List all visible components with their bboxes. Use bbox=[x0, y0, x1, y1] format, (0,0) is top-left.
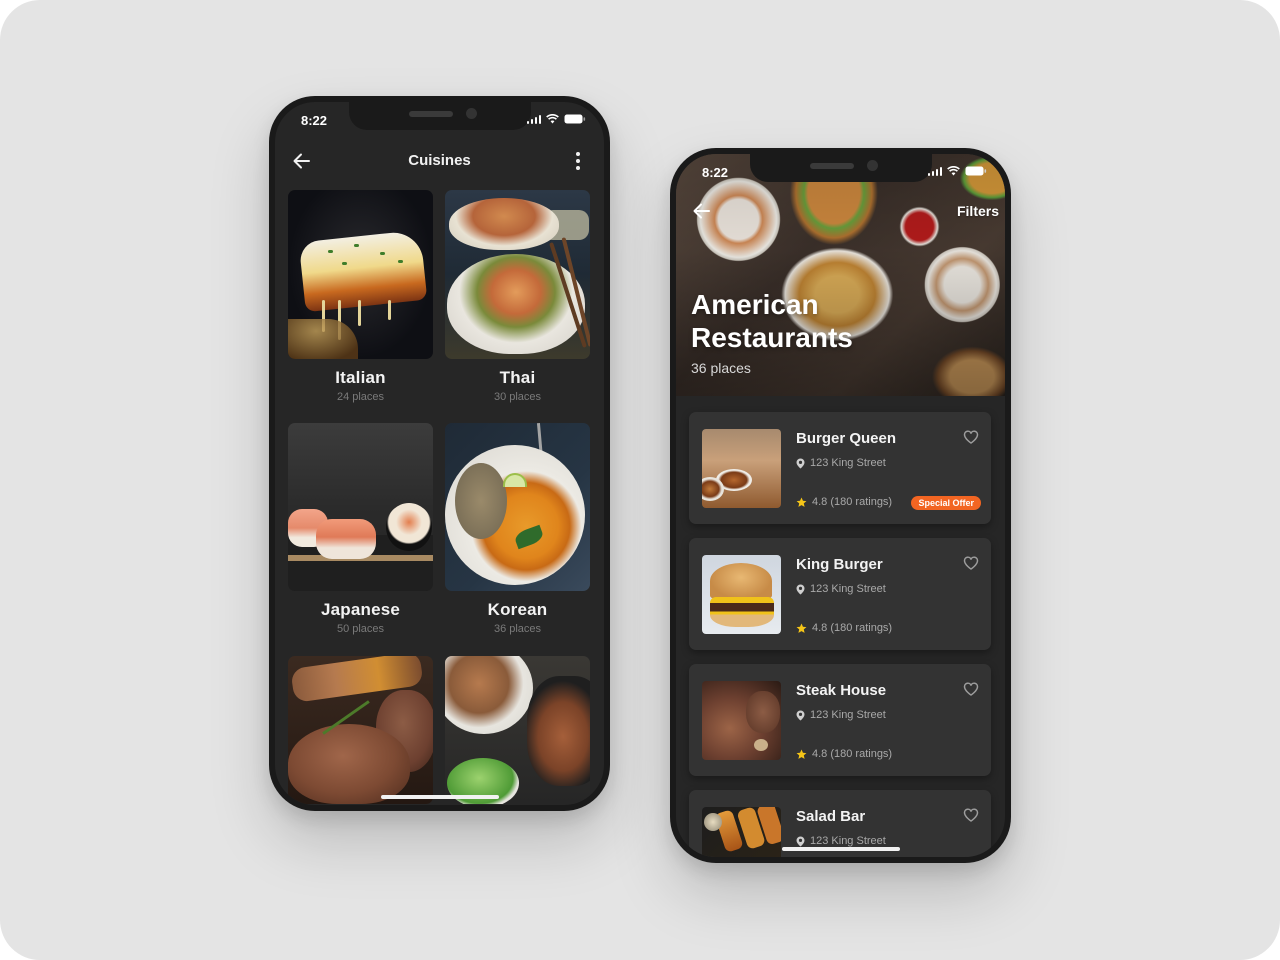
cuisine-tile-thai[interactable]: Thai 30 places bbox=[445, 190, 590, 403]
more-vertical-icon bbox=[576, 152, 580, 156]
cuisine-image-noodle-platter bbox=[445, 656, 590, 804]
cuisine-image-curry-bowl bbox=[445, 423, 590, 591]
restaurant-rating: 4.8 (180 ratings) bbox=[796, 748, 892, 760]
location-pin-icon bbox=[796, 584, 805, 594]
location-pin-icon bbox=[796, 836, 805, 846]
signal-icon bbox=[927, 166, 942, 176]
wifi-icon bbox=[947, 166, 960, 176]
restaurant-rating: 4.8 (180 ratings) bbox=[796, 622, 892, 634]
presentation-background: 8:22 Cuisines Italian 24 places Thai 30 … bbox=[0, 0, 1280, 960]
cuisine-tile-noodles[interactable] bbox=[445, 656, 590, 804]
home-indicator[interactable] bbox=[380, 795, 499, 799]
favorite-button[interactable] bbox=[963, 807, 979, 823]
phone-restaurants: Filters American Restaurants 36 places 8… bbox=[670, 148, 1011, 863]
cuisine-name: Korean bbox=[487, 600, 548, 619]
heart-icon bbox=[963, 556, 979, 570]
hero-banner: Filters American Restaurants 36 places bbox=[676, 154, 1005, 396]
cuisine-image-grilled-steak bbox=[288, 656, 433, 804]
wifi-icon bbox=[546, 114, 559, 124]
restaurant-rating: 4.8 (180 ratings) bbox=[796, 496, 892, 508]
restaurant-card-steak-house[interactable]: Steak House 123 King Street 4.8 (180 rat… bbox=[689, 664, 991, 776]
restaurant-name: Steak House bbox=[796, 682, 887, 699]
page-title: Cuisines bbox=[408, 152, 471, 169]
favorite-button[interactable] bbox=[963, 555, 979, 571]
favorite-button[interactable] bbox=[963, 681, 979, 697]
restaurant-name: King Burger bbox=[796, 556, 883, 573]
restaurant-thumbnail bbox=[702, 555, 781, 634]
restaurant-name: Burger Queen bbox=[796, 430, 897, 447]
restaurant-thumbnail bbox=[702, 429, 781, 508]
restaurant-address: 123 King Street bbox=[796, 835, 886, 847]
page-title: American Restaurants bbox=[691, 288, 853, 354]
status-bar: 8:22 bbox=[676, 154, 1005, 184]
back-button[interactable] bbox=[691, 200, 713, 222]
cuisine-count: 36 places bbox=[493, 623, 542, 635]
title-line-2: Restaurants bbox=[691, 322, 853, 353]
cuisine-image-lasagna bbox=[288, 190, 433, 359]
phone-cuisines: 8:22 Cuisines Italian 24 places Thai 30 … bbox=[269, 96, 610, 811]
status-time: 8:22 bbox=[301, 113, 328, 128]
cuisines-screen: 8:22 Cuisines Italian 24 places Thai 30 … bbox=[275, 102, 604, 805]
signal-icon bbox=[526, 114, 541, 124]
filters-button[interactable]: Filters bbox=[957, 203, 999, 219]
cuisine-tile-grill[interactable] bbox=[288, 656, 433, 804]
restaurants-screen: Filters American Restaurants 36 places 8… bbox=[676, 154, 1005, 857]
battery-icon bbox=[965, 166, 987, 176]
restaurant-thumbnail bbox=[702, 807, 781, 857]
heart-icon bbox=[963, 682, 979, 696]
heart-icon bbox=[963, 430, 979, 444]
cuisine-count: 50 places bbox=[336, 623, 385, 635]
cuisine-name: Thai bbox=[499, 368, 536, 387]
cuisine-name: Italian bbox=[335, 368, 386, 387]
battery-icon bbox=[564, 114, 586, 124]
title-line-1: American bbox=[691, 289, 819, 320]
restaurant-card-king-burger[interactable]: King Burger 123 King Street 4.8 (180 rat… bbox=[689, 538, 991, 650]
status-bar: 8:22 bbox=[275, 102, 604, 132]
arrow-left-icon bbox=[693, 203, 710, 219]
cuisine-count: 24 places bbox=[336, 391, 385, 403]
star-icon bbox=[796, 497, 807, 507]
cuisine-tile-japanese[interactable]: Japanese 50 places bbox=[288, 423, 433, 635]
cuisine-name: Japanese bbox=[320, 600, 401, 619]
cuisine-image-pad-thai bbox=[445, 190, 590, 359]
restaurant-thumbnail bbox=[702, 681, 781, 760]
home-indicator[interactable] bbox=[781, 847, 900, 851]
star-icon bbox=[796, 749, 807, 759]
restaurant-address: 123 King Street bbox=[796, 583, 886, 595]
restaurant-name: Salad Bar bbox=[796, 808, 866, 825]
restaurant-card-burger-queen[interactable]: Burger Queen 123 King Street 4.8 (180 ra… bbox=[689, 412, 991, 524]
special-offer-badge: Special Offer bbox=[911, 496, 981, 510]
star-icon bbox=[796, 623, 807, 633]
top-bar: Cuisines bbox=[275, 142, 604, 178]
more-options-button[interactable] bbox=[574, 150, 582, 172]
cuisine-tile-italian[interactable]: Italian 24 places bbox=[288, 190, 433, 403]
location-pin-icon bbox=[796, 710, 805, 720]
status-time: 8:22 bbox=[702, 165, 729, 180]
location-pin-icon bbox=[796, 458, 805, 468]
places-count: 36 places bbox=[691, 360, 751, 376]
heart-icon bbox=[963, 808, 979, 822]
cuisine-tile-korean[interactable]: Korean 36 places bbox=[445, 423, 590, 635]
cuisine-image-sushi bbox=[288, 423, 433, 591]
restaurant-address: 123 King Street bbox=[796, 709, 886, 721]
favorite-button[interactable] bbox=[963, 429, 979, 445]
cuisine-count: 30 places bbox=[493, 391, 542, 403]
restaurant-address: 123 King Street bbox=[796, 457, 886, 469]
